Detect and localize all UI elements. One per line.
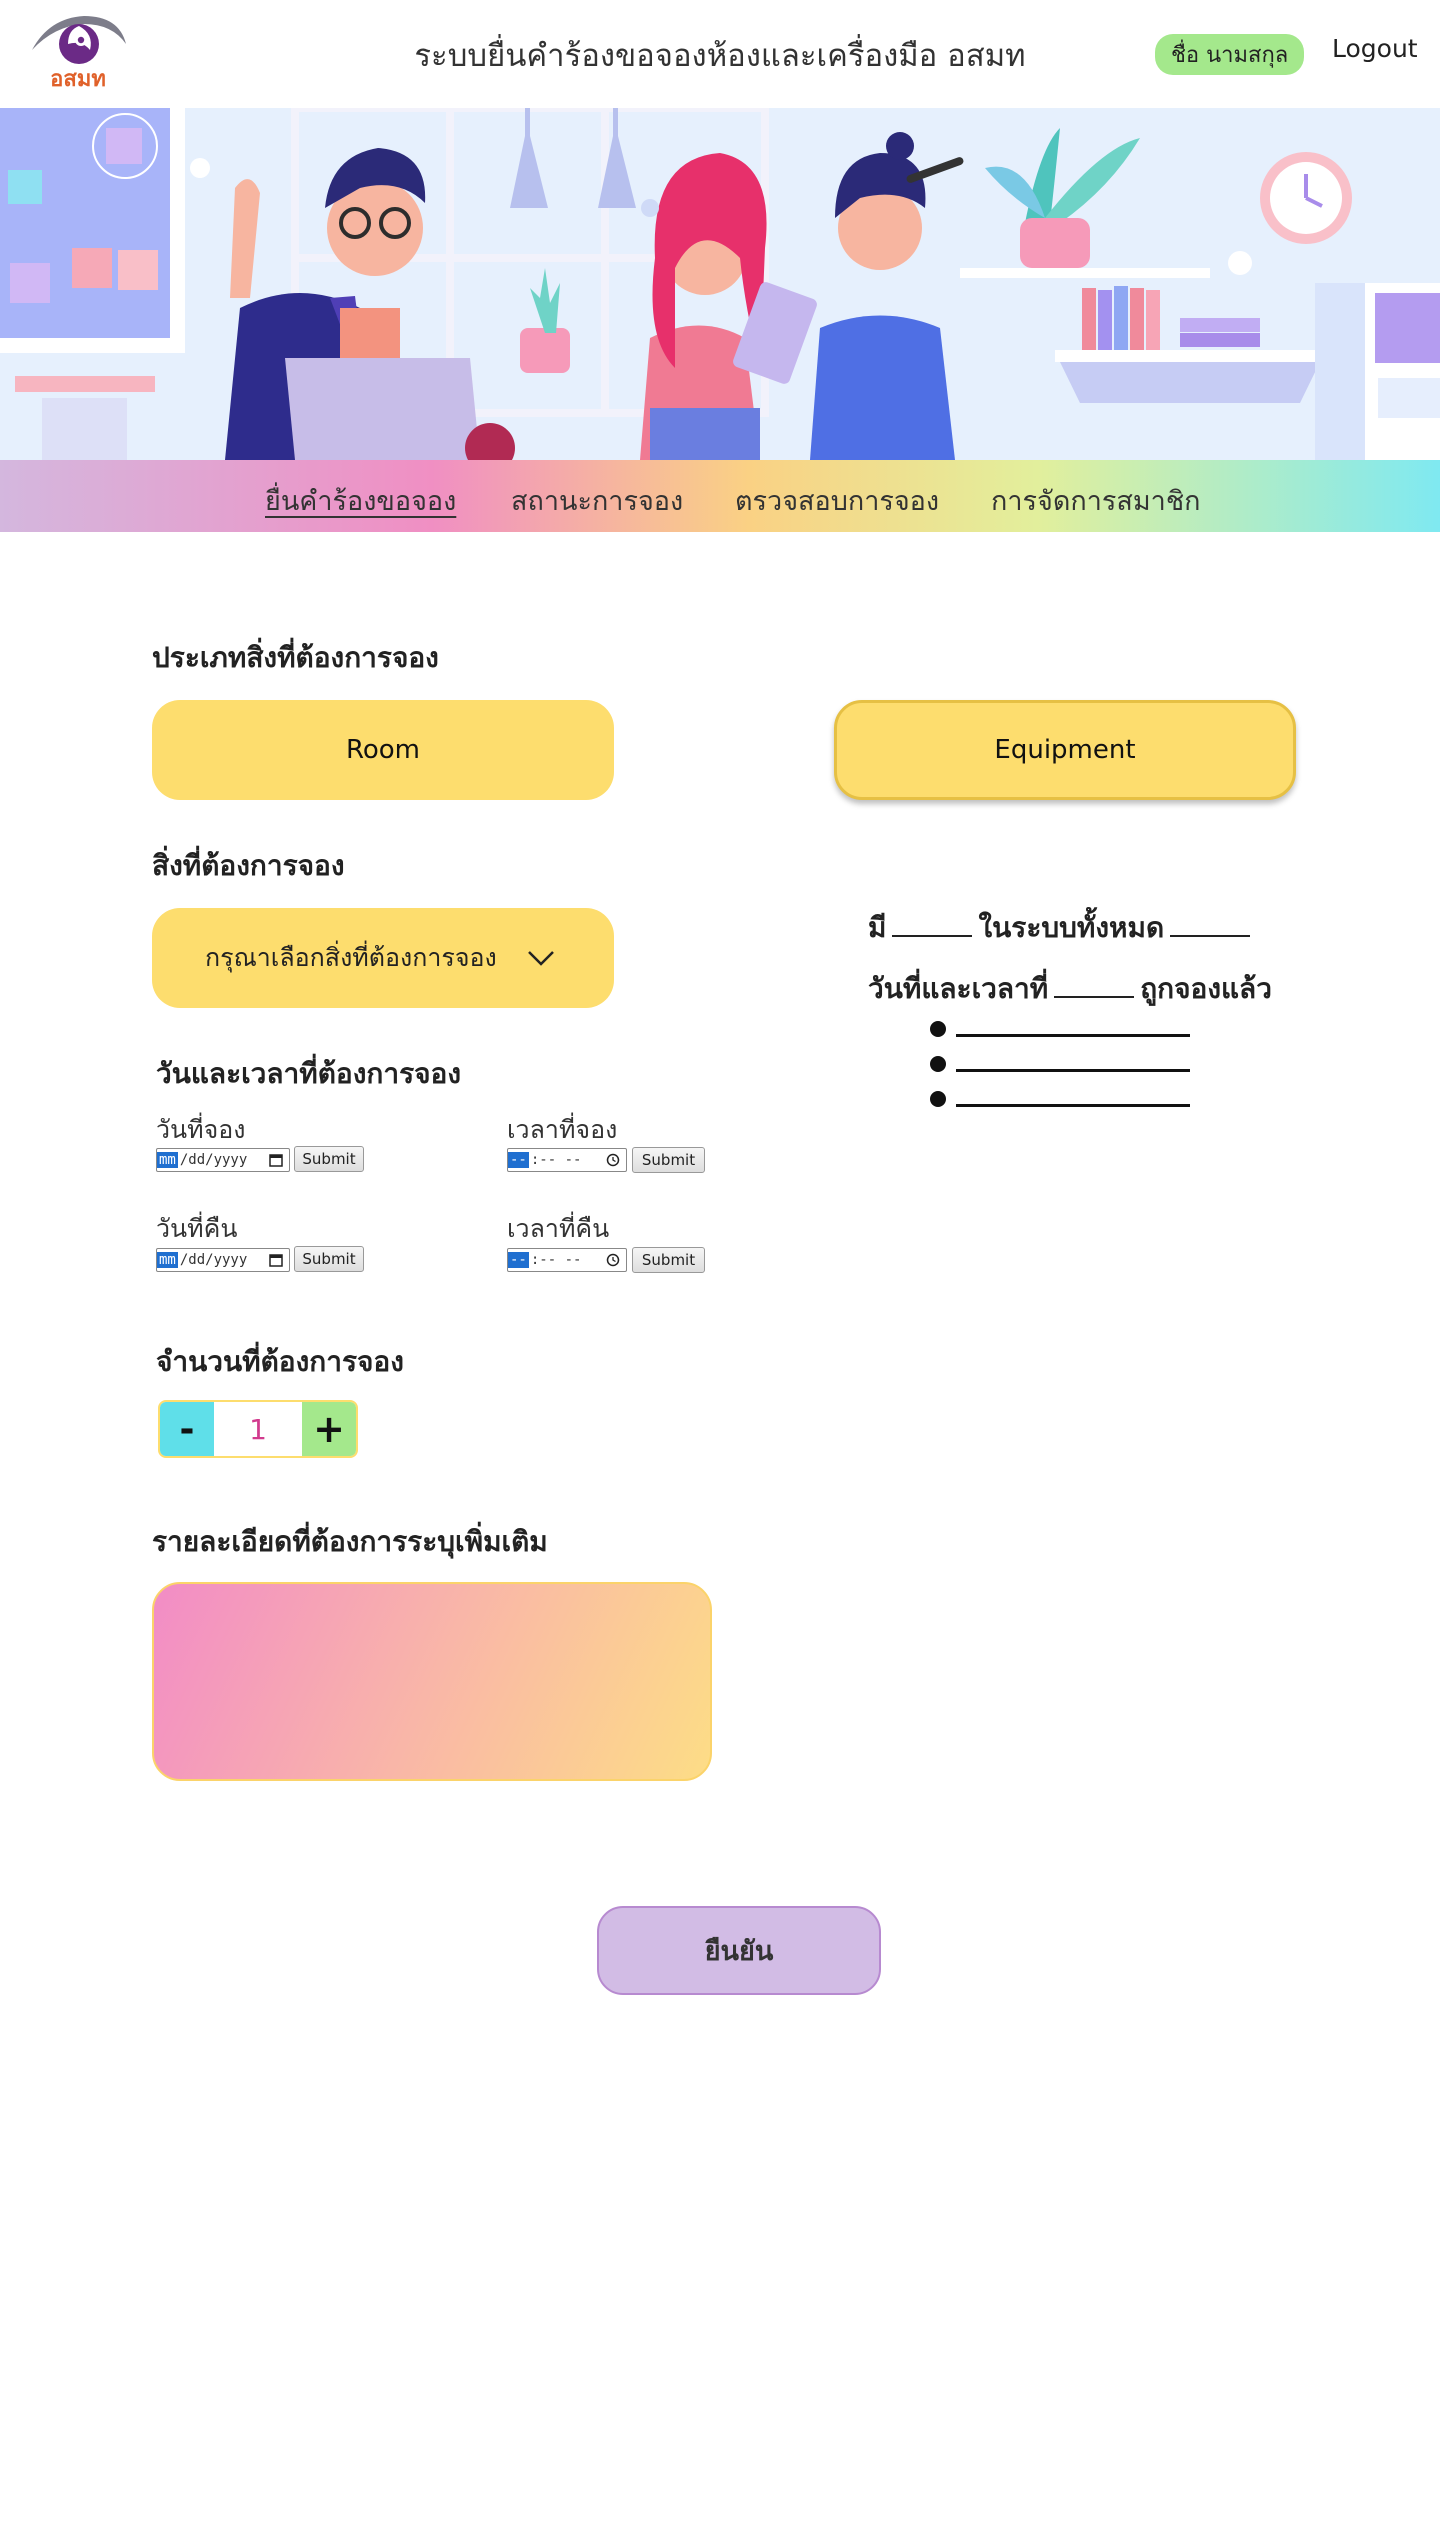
bullet-icon — [930, 1055, 946, 1072]
booked-times-summary: วันที่และเวลาที่ ถูกจองแล้ว — [868, 967, 1272, 1011]
return-time-label: เวลาที่คืน — [507, 1214, 610, 1243]
time-hour-segment: -- — [508, 1152, 529, 1168]
availability-summary: มี ในระบบทั้งหมด — [868, 906, 1256, 950]
quantity-increment-button[interactable]: + — [302, 1402, 356, 1456]
booked-slot-blank — [956, 1034, 1190, 1037]
booking-time-label: เวลาที่จอง — [507, 1115, 618, 1144]
nav-item-check-booking[interactable]: ตรวจสอบการจอง — [735, 479, 939, 522]
booked-times-suffix: ถูกจองแล้ว — [1140, 972, 1272, 1005]
datetime-section-label: วันและเวลาที่ต้องการจอง — [156, 1057, 462, 1090]
booked-slot-item — [930, 1055, 1190, 1072]
booked-slot-blank — [956, 1104, 1190, 1107]
booking-date-submit-button[interactable]: Submit — [294, 1146, 364, 1172]
quantity-decrement-button[interactable]: - — [160, 1402, 214, 1456]
logout-button[interactable]: Logout — [1332, 34, 1418, 63]
booked-slot-item — [930, 1090, 1190, 1107]
item-select-placeholder: กรุณาเลือกสิ่งที่ต้องการจอง — [205, 943, 497, 972]
return-date-input[interactable]: mm/dd/yyyy — [156, 1248, 290, 1272]
calendar-icon[interactable] — [269, 1153, 283, 1167]
clock-icon[interactable] — [606, 1253, 620, 1267]
item-select[interactable]: กรุณาเลือกสิ่งที่ต้องการจอง — [152, 908, 614, 1008]
time-rest-segment: :-- -- — [530, 1152, 582, 1168]
main-nav: ยื่นคำร้องขอจอง สถานะการจอง ตรวจสอบการจอ… — [0, 460, 1440, 532]
equipment-type-button[interactable]: Equipment — [834, 700, 1296, 800]
date-rest-segment: /dd/yyyy — [179, 1252, 248, 1268]
total-count-blank — [1170, 913, 1251, 937]
availability-prefix: มี — [868, 911, 887, 944]
quantity-stepper: - 1 + — [158, 1400, 358, 1458]
office-team-illustration — [0, 108, 1440, 460]
time-hour-segment: -- — [508, 1252, 529, 1268]
booked-times-prefix: วันที่และเวลาที่ — [868, 972, 1049, 1005]
return-date-label: วันที่คืน — [156, 1214, 238, 1243]
nav-item-booking-status[interactable]: สถานะการจอง — [511, 479, 683, 522]
hero-banner — [0, 108, 1440, 460]
quantity-value[interactable]: 1 — [214, 1402, 302, 1456]
nav-item-booking-request[interactable]: ยื่นคำร้องขอจอง — [265, 479, 456, 522]
user-name-badge[interactable]: ชื่อ นามสกุล — [1155, 34, 1305, 75]
return-time-input[interactable]: --:-- -- — [507, 1248, 627, 1272]
details-textarea[interactable] — [152, 1582, 712, 1781]
chevron-down-icon — [527, 951, 554, 966]
date-month-segment: mm — [157, 1252, 178, 1268]
room-type-button[interactable]: Room — [152, 700, 614, 800]
type-section-label: ประเภทสิ่งที่ต้องการจอง — [152, 641, 439, 674]
booking-time-submit-button[interactable]: Submit — [632, 1147, 705, 1173]
booked-slot-blank — [956, 1069, 1190, 1072]
booking-date-label: วันที่จอง — [156, 1115, 246, 1144]
date-rest-segment: /dd/yyyy — [179, 1152, 248, 1168]
details-section-label: รายละเอียดที่ต้องการระบุเพิ่มเติม — [152, 1525, 548, 1558]
booking-date-input[interactable]: mm/dd/yyyy — [156, 1148, 290, 1172]
clock-icon[interactable] — [606, 1153, 620, 1167]
bullet-icon — [930, 1090, 946, 1107]
item-section-label: สิ่งที่ต้องการจอง — [152, 849, 345, 882]
bullet-icon — [930, 1020, 946, 1037]
availability-middle: ในระบบทั้งหมด — [978, 911, 1165, 944]
booking-time-input[interactable]: --:-- -- — [507, 1148, 627, 1172]
calendar-icon[interactable] — [269, 1253, 283, 1267]
header: อสมท ระบบยื่นคำร้องขอจองห้องและเครื่องมื… — [0, 0, 1440, 108]
nav-item-member-management[interactable]: การจัดการสมาชิก — [991, 479, 1201, 522]
return-time-submit-button[interactable]: Submit — [632, 1247, 705, 1273]
return-date-submit-button[interactable]: Submit — [294, 1246, 364, 1272]
confirm-button[interactable]: ยืนยัน — [597, 1906, 881, 1995]
item-name-blank — [1054, 974, 1135, 998]
date-month-segment: mm — [157, 1152, 178, 1168]
item-name-blank — [892, 913, 973, 937]
quantity-section-label: จำนวนที่ต้องการจอง — [156, 1345, 404, 1378]
time-rest-segment: :-- -- — [530, 1252, 582, 1268]
booked-slot-item — [930, 1020, 1190, 1037]
